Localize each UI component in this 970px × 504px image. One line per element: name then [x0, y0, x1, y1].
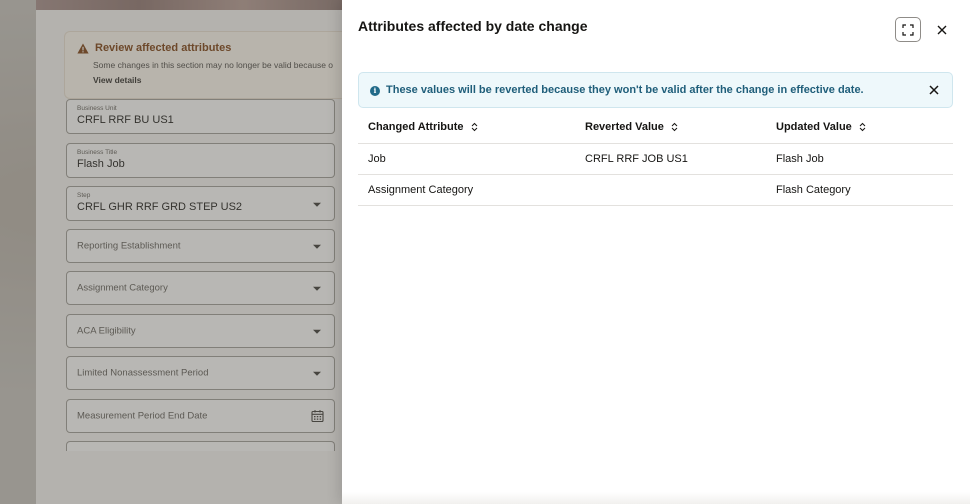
column-header-label: Updated Value: [776, 121, 852, 133]
cell-updated-value: Flash Category: [776, 184, 851, 196]
cell-changed-attribute: Job: [368, 153, 386, 165]
column-header-label: Changed Attribute: [368, 121, 464, 133]
dismiss-banner-button[interactable]: [926, 82, 942, 98]
column-header-label: Reverted Value: [585, 121, 664, 133]
sort-icon: [859, 122, 866, 132]
drawer-header: Attributes affected by date change: [342, 0, 970, 56]
close-icon: [937, 25, 947, 35]
table-row: Assignment Category Flash Category: [358, 175, 953, 206]
sort-icon: [671, 122, 678, 132]
info-icon: i: [370, 86, 380, 96]
affected-attributes-table: Changed Attribute Reverted Value Updated…: [358, 111, 953, 206]
sort-icon: [471, 122, 477, 132]
maximize-button[interactable]: [895, 17, 921, 42]
cell-updated-value: Flash Job: [776, 153, 824, 165]
cell-changed-attribute: Assignment Category: [368, 184, 474, 196]
table-row: Job CRFL RRF JOB US1 Flash Job: [358, 144, 953, 175]
cell-reverted-value: CRFL RRF JOB US1: [585, 153, 688, 165]
drawer-bottom-edge: [342, 492, 970, 504]
column-header-reverted-value[interactable]: Reverted Value: [585, 121, 678, 133]
info-banner: i These values will be reverted because …: [358, 72, 953, 108]
expand-icon: [902, 23, 914, 36]
table-header-row: Changed Attribute Reverted Value Updated…: [358, 111, 953, 144]
close-drawer-button[interactable]: [931, 19, 953, 41]
column-header-changed-attribute[interactable]: Changed Attribute: [368, 121, 478, 133]
info-message: These values will be reverted because th…: [386, 84, 864, 96]
drawer-title: Attributes affected by date change: [358, 18, 588, 34]
affected-attributes-drawer: Attributes affected by date change i The…: [342, 0, 970, 504]
close-icon: [929, 85, 939, 95]
column-header-updated-value[interactable]: Updated Value: [776, 121, 866, 133]
